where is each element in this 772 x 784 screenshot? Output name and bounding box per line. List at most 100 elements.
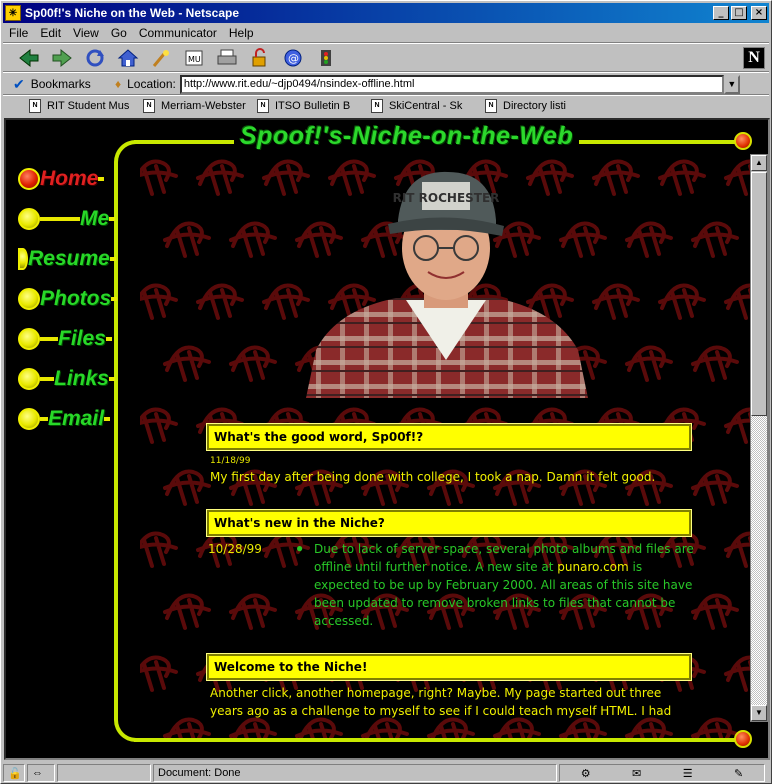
nav-orb-icon: [18, 368, 40, 390]
netscape-logo[interactable]: N: [743, 47, 765, 69]
nav-links[interactable]: Links: [18, 364, 115, 394]
bookmark-link[interactable]: N SkiCentral - Sk: [371, 99, 485, 113]
component-bar: ⚙ ✉ ☰ ✎: [559, 764, 765, 782]
bookmarks-icon: ✔: [13, 75, 25, 92]
page-viewport[interactable]: Spoof!'s-Niche-on-the-Web Home Me Resume…: [4, 118, 770, 760]
page-icon: N: [485, 99, 497, 113]
news-text: Due to lack of server space, several pho…: [314, 542, 694, 628]
menu-bar: File Edit View Go Communicator Help: [3, 24, 769, 42]
scroll-down-icon[interactable]: ▼: [751, 705, 767, 721]
status-bar: 🔓 ⇔ Document: Done ⚙ ✉ ☰ ✎: [3, 763, 769, 783]
minimize-button[interactable]: _: [713, 6, 729, 20]
personal-toolbar: N RIT Student Mus N Merriam-Webster N ITSO …: [3, 96, 769, 116]
nav-connector: [108, 377, 115, 381]
reload-icon[interactable]: [79, 45, 111, 71]
nav-connector: [109, 217, 116, 221]
vertical-scrollbar[interactable]: ▲ ▼: [750, 154, 768, 722]
navigator-icon[interactable]: ⚙: [581, 767, 591, 780]
punaro-link[interactable]: punaro.com: [557, 560, 628, 574]
bookmarks-button[interactable]: ✔ Bookmarks: [13, 76, 113, 93]
svg-text:MU: MU: [188, 55, 201, 64]
stop-icon[interactable]: [310, 45, 342, 71]
home-icon[interactable]: [112, 45, 144, 71]
section-heading-whats-new: What's new in the Niche?: [206, 509, 692, 537]
nav-orb-icon: [18, 288, 40, 310]
mail-icon[interactable]: ✉: [632, 767, 641, 780]
bookmark-link[interactable]: N Merriam-Webster: [143, 99, 257, 113]
nav-me[interactable]: Me: [18, 204, 116, 234]
menu-file[interactable]: File: [3, 26, 34, 40]
nav-connector: [109, 257, 116, 261]
nav-bar: [40, 217, 80, 221]
nav-bar: [40, 337, 58, 341]
security-icon[interactable]: [244, 45, 276, 71]
page-icon: N: [371, 99, 383, 113]
nav-home[interactable]: Home: [18, 164, 105, 194]
nav-bar: [40, 377, 54, 381]
my-netscape-icon[interactable]: MU: [178, 45, 210, 71]
bookmark-link[interactable]: N ITSO Bulletin B: [257, 99, 371, 113]
corner-orb: [734, 730, 752, 748]
corner-orb: [734, 132, 752, 150]
forward-icon[interactable]: [46, 45, 78, 71]
back-icon[interactable]: [13, 45, 45, 71]
security-lock-icon[interactable]: 🔓: [3, 764, 25, 782]
discussion-icon[interactable]: ☰: [683, 767, 693, 780]
bookmark-link[interactable]: N RIT Student Mus: [29, 99, 143, 113]
nav-connector: [98, 177, 105, 181]
nav-orb-icon: [18, 328, 40, 350]
post-date: 11/18/99: [210, 456, 251, 466]
location-label: Location:: [127, 77, 176, 91]
nav-orb-icon: [18, 248, 28, 270]
menu-edit[interactable]: Edit: [34, 26, 67, 40]
nav-email[interactable]: Email: [18, 404, 111, 434]
netscape-app-icon[interactable]: ✳: [5, 5, 21, 21]
portrait-photo: RIT ROCHESTER: [306, 171, 588, 398]
url-dropdown-icon[interactable]: ▼: [723, 74, 740, 94]
navigation-toolbar: MU @ N: [3, 44, 769, 72]
page-icon: N: [257, 99, 269, 113]
connection-icon: ⇔: [27, 764, 55, 782]
site-title: Spoof!'s-Niche-on-the-Web: [234, 122, 580, 151]
nav-orb-icon: [18, 408, 40, 430]
svg-text:@: @: [288, 52, 299, 65]
print-icon[interactable]: [211, 45, 243, 71]
location-label-wrap: ♦ Location:: [115, 77, 176, 91]
menu-communicator[interactable]: Communicator: [133, 26, 223, 40]
location-toolbar: ✔ Bookmarks ♦ Location: ▼: [3, 73, 769, 95]
nav-connector: [111, 297, 118, 301]
scroll-track[interactable]: [751, 416, 767, 706]
nav-photos[interactable]: Photos: [18, 284, 118, 314]
menu-view[interactable]: View: [67, 26, 105, 40]
nav-bar: [40, 417, 48, 421]
bookmarks-label: Bookmarks: [30, 77, 91, 91]
bookmark-link[interactable]: N Directory listi: [485, 99, 599, 113]
shop-icon[interactable]: @: [277, 45, 309, 71]
nav-orb-icon: [18, 168, 40, 190]
browser-window: ✳ Sp00f!'s Niche on the Web - Netscape _…: [0, 0, 772, 784]
nav-connector: [105, 337, 112, 341]
search-icon[interactable]: [145, 45, 177, 71]
nav-resume[interactable]: Resume: [18, 244, 116, 274]
window-title: Sp00f!'s Niche on the Web - Netscape: [25, 6, 240, 20]
location-icon[interactable]: ♦: [115, 77, 121, 91]
menu-go[interactable]: Go: [105, 26, 133, 40]
url-field[interactable]: [179, 74, 724, 94]
bullet-icon: ●: [296, 541, 304, 555]
cap-text: RIT ROCHESTER: [393, 191, 500, 205]
scroll-up-icon[interactable]: ▲: [751, 155, 767, 171]
news-date: 10/28/99: [208, 542, 262, 556]
page-icon: N: [29, 99, 41, 113]
maximize-button[interactable]: □: [731, 6, 747, 20]
good-word-text: My first day after being done with colle…: [210, 470, 656, 484]
menu-help[interactable]: Help: [223, 26, 260, 40]
welcome-text: Another click, another homepage, right? …: [210, 686, 672, 718]
nav-orb-icon: [18, 208, 40, 230]
composer-icon[interactable]: ✎: [734, 767, 743, 780]
nav-files[interactable]: Files: [18, 324, 112, 354]
nav-connector: [104, 417, 111, 421]
close-button[interactable]: ×: [751, 6, 767, 20]
frame-bottom: [134, 738, 750, 742]
scroll-thumb[interactable]: [751, 172, 767, 416]
title-bar[interactable]: ✳ Sp00f!'s Niche on the Web - Netscape _…: [3, 3, 769, 23]
